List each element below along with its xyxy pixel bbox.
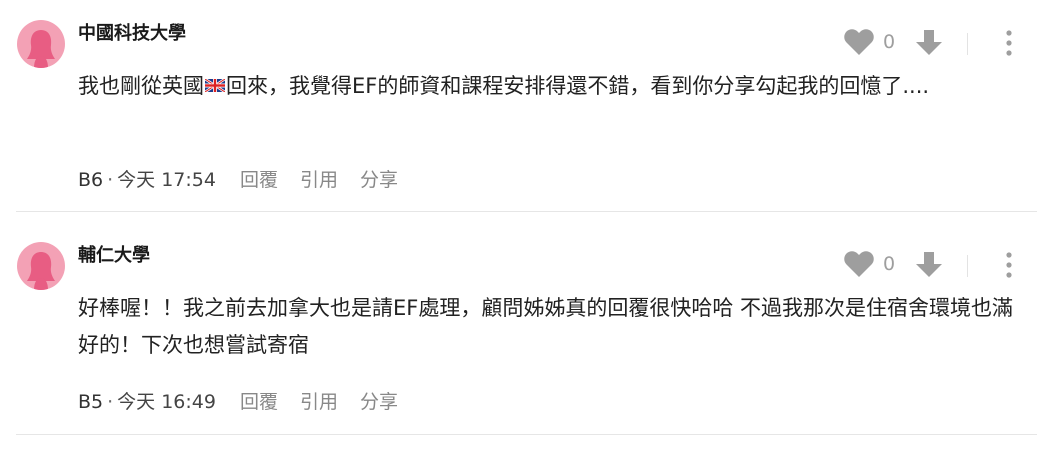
avatar-figure-icon [27, 252, 55, 290]
action-divider [967, 33, 968, 55]
comment-meta: B5 · 今天 16:49 回覆 引用 分享 [78, 389, 398, 415]
comment-text-part: 回來，我覺得EF的師資和課程安排得還不錯，看到你分享勾起我的回憶了.... [226, 74, 930, 98]
comment-divider [16, 434, 1037, 435]
avatar-figure-icon [27, 30, 55, 68]
like-count: 0 [883, 31, 896, 53]
heart-icon[interactable] [843, 28, 875, 56]
timestamp: 今天 17:54 [117, 169, 216, 191]
comment-item: 中國科技大學 0 我也剛從英國 回來，我覺得EF的師資和課程安排得還不錯，看到你… [0, 0, 1057, 211]
quote-button[interactable]: 引用 [300, 169, 338, 191]
quote-button[interactable]: 引用 [300, 391, 338, 413]
like-count: 0 [883, 253, 896, 275]
action-divider [967, 255, 968, 277]
avatar[interactable] [17, 242, 65, 290]
share-button[interactable]: 分享 [360, 169, 398, 191]
floor-number[interactable]: B6 [78, 169, 103, 191]
timestamp: 今天 16:49 [117, 391, 216, 413]
comment-item: 輔仁大學 0 好棒喔！！我之前去加拿大也是請EF處理，顧問姊姊真的回覆很快哈哈 … [0, 222, 1057, 433]
meta-dot: · [107, 391, 114, 413]
comment-text: 好棒喔！！我之前去加拿大也是請EF處理，顧問姊姊真的回覆很快哈哈 不過我那次是住… [78, 290, 1028, 364]
share-button[interactable]: 分享 [360, 391, 398, 413]
comment-meta: B6 · 今天 17:54 回覆 引用 分享 [78, 167, 398, 193]
arrow-down-icon[interactable] [914, 250, 944, 280]
author-name[interactable]: 中國科技大學 [78, 22, 186, 46]
reply-button[interactable]: 回覆 [240, 391, 278, 413]
floor-number[interactable]: B5 [78, 391, 103, 413]
meta-dot: · [107, 169, 114, 191]
heart-icon[interactable] [843, 250, 875, 278]
author-name[interactable]: 輔仁大學 [78, 244, 150, 268]
comment-text-part: 我也剛從英國 [78, 74, 204, 98]
more-vertical-icon[interactable] [1001, 251, 1017, 279]
avatar[interactable] [17, 20, 65, 68]
reply-button[interactable]: 回覆 [240, 169, 278, 191]
comment-divider [16, 211, 1037, 212]
comment-text-part: 好棒喔！！我之前去加拿大也是請EF處理，顧問姊姊真的回覆很快哈哈 不過我那次是住… [78, 296, 1014, 357]
comment-text: 我也剛從英國 回來，我覺得EF的師資和課程安排得還不錯，看到你分享勾起我的回憶了… [78, 68, 1028, 105]
more-vertical-icon[interactable] [1001, 29, 1017, 57]
uk-flag-icon [205, 79, 225, 92]
arrow-down-icon[interactable] [914, 28, 944, 58]
